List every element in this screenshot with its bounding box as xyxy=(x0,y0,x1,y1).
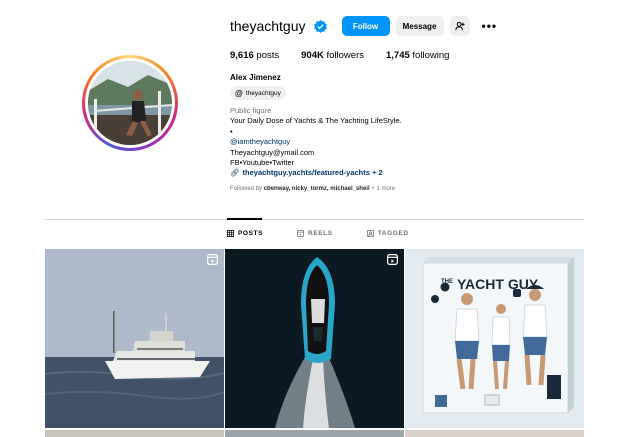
threads-badge[interactable]: @ theyachtguy xyxy=(230,86,286,100)
bio-line: FB•Youtube•Twitter xyxy=(230,158,295,167)
bio-line: Your Daily Dose of Yachts & The Yachting… xyxy=(230,116,402,125)
avatar-gap xyxy=(85,58,175,148)
tab-posts-label: POSTS xyxy=(238,230,264,237)
post-thumbnail[interactable]: THE YACHT GUY xyxy=(405,249,584,428)
post-thumbnail[interactable] xyxy=(225,249,404,428)
active-tab-indicator xyxy=(227,218,262,220)
post-thumbnail-next-row[interactable] xyxy=(405,430,584,437)
verified-badge-icon xyxy=(313,19,327,33)
followed-by-prefix: Followed by xyxy=(230,186,264,192)
tab-reels-label: REELS xyxy=(308,230,333,237)
profile-category: Public figure xyxy=(230,106,272,115)
link-text: theyachtguy.yachts/featured-yachts + 2 xyxy=(242,168,383,177)
post-thumbnail-next-row[interactable] xyxy=(225,430,404,437)
profile-tabs: POSTS REELS TAGGED xyxy=(227,230,443,237)
profile-full-name: Alex Jimenez xyxy=(230,73,281,82)
following-label: following xyxy=(412,50,450,61)
avatar-photo xyxy=(88,61,172,145)
tagged-icon xyxy=(366,230,374,237)
followed-by-names: cbenway, nicky_tormz, michael_sheil xyxy=(263,186,370,192)
tab-tagged-label: TAGGED xyxy=(377,230,409,237)
followed-by[interactable]: Followed by cbenway, nicky_tormz, michae… xyxy=(230,186,395,192)
speedboat-image xyxy=(225,249,404,428)
suggested-users-button[interactable] xyxy=(449,16,470,36)
profile-username: theyachtguy xyxy=(230,18,306,34)
bio-mention-link[interactable]: @iamtheyachtguy xyxy=(230,137,402,148)
superyacht-image xyxy=(45,249,224,428)
avatar[interactable] xyxy=(88,61,172,145)
following-stat[interactable]: 1,745 following xyxy=(386,50,449,61)
threads-handle: theyachtguy xyxy=(245,89,281,97)
profile-bio: Your Daily Dose of Yachts & The Yachting… xyxy=(230,116,402,169)
posts-label: posts xyxy=(256,50,280,61)
follow-button[interactable]: Follow xyxy=(341,16,390,36)
reel-indicator-icon xyxy=(207,254,218,265)
followers-stat[interactable]: 904K followers xyxy=(301,50,364,61)
link-icon: 🔗︎ xyxy=(230,168,240,177)
tab-posts[interactable]: POSTS xyxy=(227,230,263,237)
tab-reels[interactable]: REELS xyxy=(297,230,333,237)
tabs-divider xyxy=(44,219,584,220)
yacht-guy-poster-image: THE YACHT GUY xyxy=(405,249,584,428)
reels-icon xyxy=(297,230,305,237)
profile-external-link[interactable]: 🔗︎ theyachtguy.yachts/featured-yachts + … xyxy=(230,168,383,177)
post-thumbnail[interactable] xyxy=(45,249,224,428)
bio-line: Theyachtguy@ymail.com xyxy=(230,147,315,157)
message-button[interactable]: Message xyxy=(395,16,444,36)
followers-count: 904K xyxy=(301,50,324,61)
followed-by-suffix: + 1 more xyxy=(369,186,396,192)
more-options-icon[interactable]: ••• xyxy=(482,19,498,33)
add-user-icon xyxy=(454,21,465,31)
post-thumbnail-next-row[interactable] xyxy=(45,430,224,437)
profile-header-row: theyachtguy Follow Message ••• xyxy=(230,15,497,37)
poster-title: YACHT GUY xyxy=(457,276,539,292)
profile-stats: 9,616 posts 904K followers 1,745 followi… xyxy=(230,50,471,61)
grid-icon xyxy=(227,230,234,237)
following-count: 1,745 xyxy=(386,50,410,61)
tab-tagged[interactable]: TAGGED xyxy=(366,230,409,237)
threads-icon: @ xyxy=(235,88,243,98)
posts-stat: 9,616 posts xyxy=(230,50,279,61)
posts-count: 9,616 xyxy=(230,50,254,61)
profile-avatar-story-ring[interactable] xyxy=(82,55,178,151)
bio-line: • xyxy=(230,126,233,136)
followers-label: followers xyxy=(326,50,365,61)
reel-indicator-icon xyxy=(387,254,398,265)
